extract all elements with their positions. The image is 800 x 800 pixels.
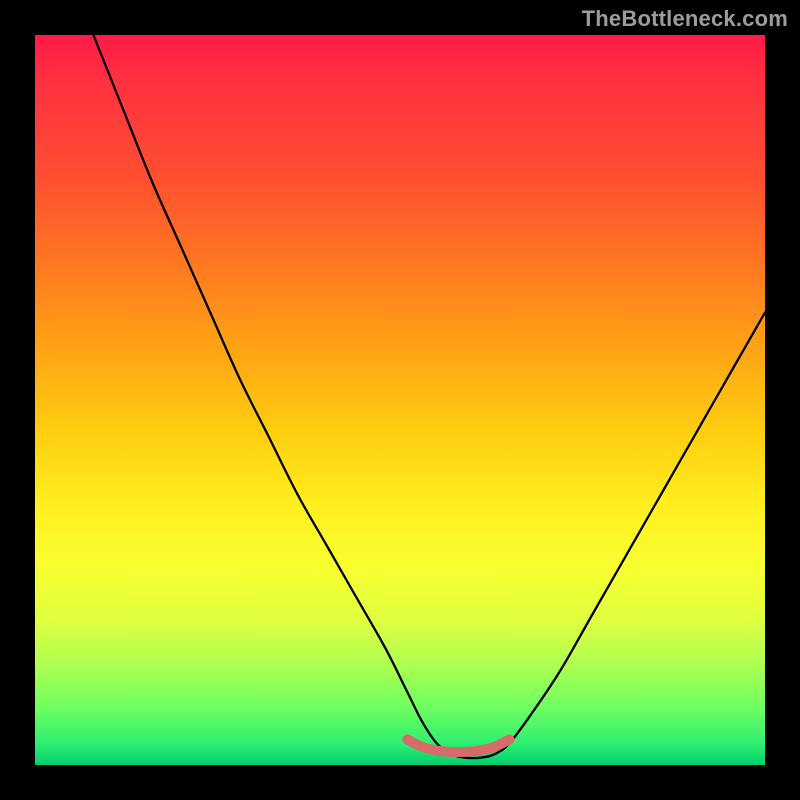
- main-curve: [93, 35, 765, 758]
- bottom-highlight-curve: [407, 739, 509, 752]
- watermark-text: TheBottleneck.com: [582, 6, 788, 32]
- plot-area: [35, 35, 765, 765]
- chart-frame: TheBottleneck.com: [0, 0, 800, 800]
- curve-svg: [35, 35, 765, 765]
